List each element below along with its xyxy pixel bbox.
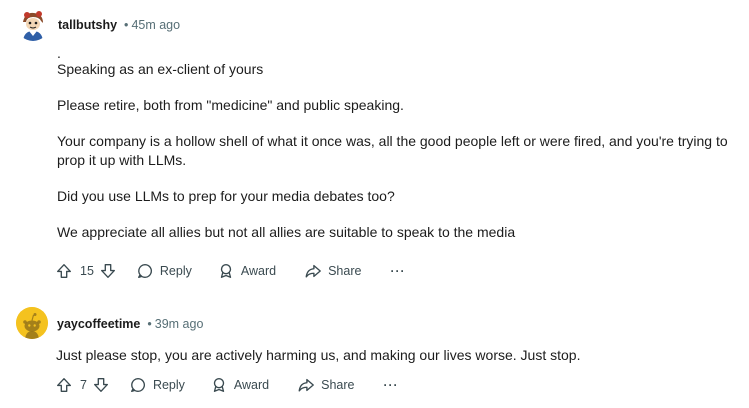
comment-line: Your company is a hollow shell of what i…: [57, 133, 728, 168]
share-icon: [297, 376, 315, 394]
avatar[interactable]: [16, 307, 48, 339]
comment-line: Please retire, both from "medicine" and …: [57, 97, 404, 113]
share-label: Share: [328, 264, 362, 278]
vote-count: 7: [80, 378, 87, 392]
comment-line: We appreciate all allies but not all all…: [57, 224, 516, 240]
timestamp[interactable]: 45m ago: [131, 18, 180, 32]
share-button[interactable]: Share: [304, 258, 361, 284]
meta-separator: •: [124, 18, 129, 32]
more-options-icon[interactable]: ···: [384, 372, 399, 398]
meta-separator: •: [147, 317, 152, 331]
comment-meta: tallbutshy • 45m ago: [58, 17, 180, 33]
comment-line: .: [57, 45, 61, 61]
more-options-icon[interactable]: ···: [390, 258, 405, 284]
comment-line: Speaking as an ex-client of yours: [57, 61, 264, 77]
timestamp[interactable]: 39m ago: [155, 317, 204, 331]
award-icon: [210, 376, 228, 394]
reply-label: Reply: [152, 378, 185, 392]
share-button[interactable]: Share: [297, 372, 355, 398]
downvote-icon[interactable]: [92, 376, 110, 394]
action-bar: 15 Reply Award Share ···: [55, 258, 405, 284]
reply-icon: [136, 262, 154, 280]
reply-button[interactable]: Reply: [129, 372, 185, 398]
snoo-avatar-icon: [16, 307, 48, 339]
avatar[interactable]: [17, 9, 49, 41]
upvote-icon[interactable]: [55, 262, 73, 280]
avatar-illustration-icon: [17, 9, 49, 41]
username[interactable]: yaycoffeetime: [57, 317, 140, 331]
vote-group: 15: [55, 258, 117, 284]
comment-line: Did you use LLMs to prep for your media …: [57, 188, 395, 204]
share-icon: [304, 262, 322, 280]
award-button[interactable]: Award: [217, 258, 276, 284]
comment-line: Just please stop, you are actively harmi…: [56, 347, 581, 363]
award-label: Award: [233, 378, 270, 392]
share-label: Share: [321, 378, 355, 392]
downvote-icon[interactable]: [99, 262, 117, 280]
award-icon: [217, 262, 235, 280]
comment-meta: yaycoffeetime • 39m ago: [57, 316, 203, 332]
award-label: Award: [240, 264, 277, 278]
action-bar: 7 Reply Award Share ···: [55, 372, 399, 398]
username[interactable]: tallbutshy: [58, 18, 117, 32]
award-button[interactable]: Award: [210, 372, 269, 398]
comment-body: . Speaking as an ex-client of yours Plea…: [57, 45, 735, 242]
vote-count: 15: [80, 264, 94, 278]
comment-body: Just please stop, you are actively harmi…: [56, 346, 735, 365]
vote-group: 7: [55, 372, 110, 398]
upvote-icon[interactable]: [55, 376, 73, 394]
reply-icon: [129, 376, 147, 394]
reply-label: Reply: [159, 264, 192, 278]
reply-button[interactable]: Reply: [136, 258, 192, 284]
